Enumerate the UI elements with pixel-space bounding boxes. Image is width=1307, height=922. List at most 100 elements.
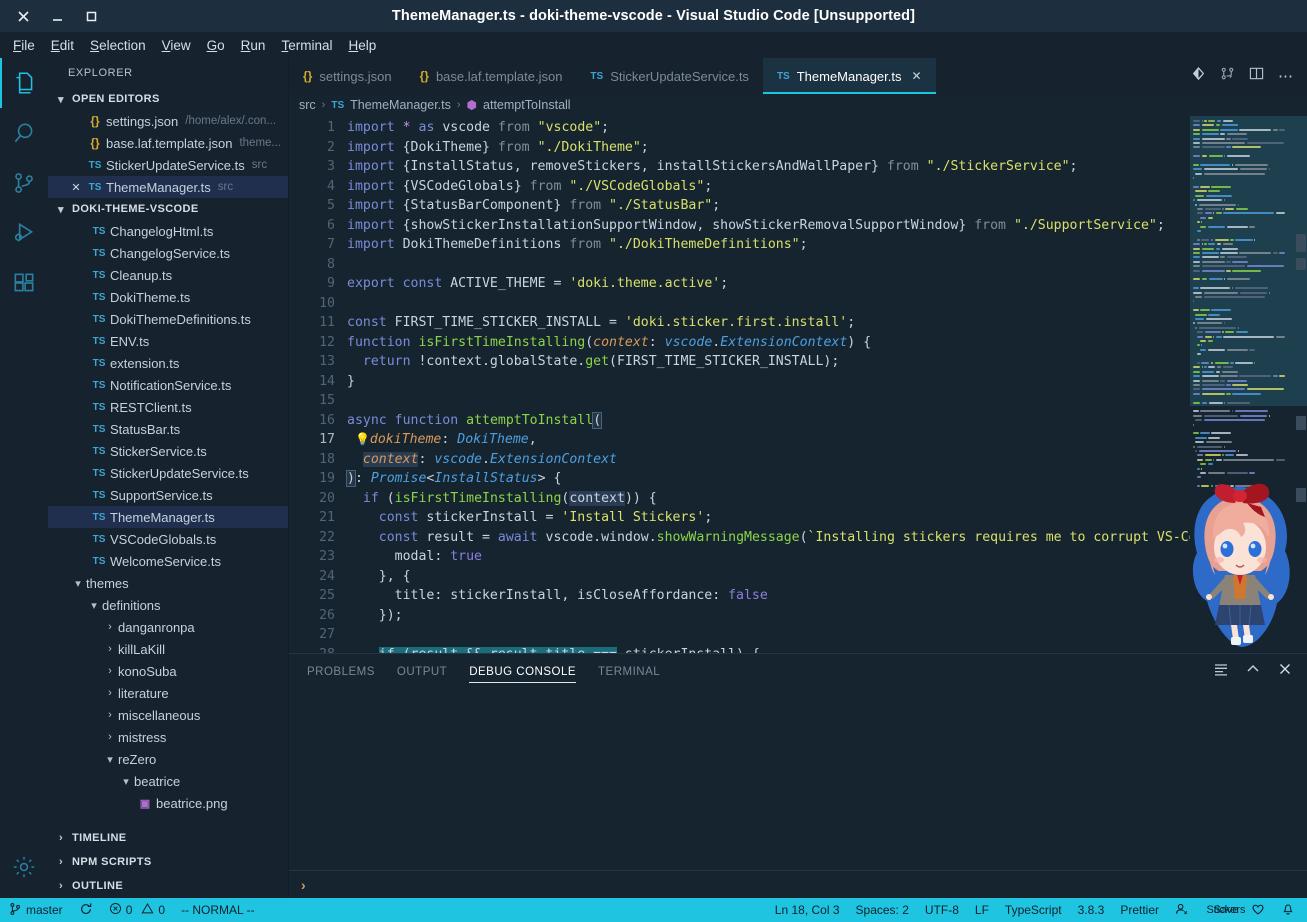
tree-row[interactable]: TS DokiThemeDefinitions.ts	[48, 308, 288, 330]
tree-row[interactable]: TS Cleanup.ts	[48, 264, 288, 286]
menu-go[interactable]: Go	[200, 36, 232, 55]
panel-tab-debug-console[interactable]: DEBUG CONSOLE	[469, 654, 576, 689]
close-editor-icon[interactable]: ✕	[68, 181, 84, 194]
tree-folder-literature[interactable]: › literature	[48, 682, 288, 704]
menu-terminal[interactable]: Terminal	[274, 36, 339, 55]
search-icon[interactable]	[0, 108, 48, 158]
clear-console-icon[interactable]	[1213, 661, 1229, 682]
tree-folder-beatrice[interactable]: ▾ beatrice	[48, 770, 288, 792]
chevron-up-icon[interactable]	[1245, 661, 1261, 682]
tree-row[interactable]: TS StickerService.ts	[48, 440, 288, 462]
open-editor-row-settings-json[interactable]: {} settings.json /home/alex/.con...	[48, 110, 288, 132]
file-tree[interactable]: TS ChangelogHtml.ts TS ChangelogService.ts…	[48, 220, 288, 826]
tab-base-laf-template-json[interactable]: {} base.laf.template.json	[405, 58, 577, 94]
status-language-mode[interactable]: TypeScript	[997, 898, 1070, 922]
menu-file-rest: ile	[21, 37, 35, 53]
tree-folder-danganronpa[interactable]: › danganronpa	[48, 616, 288, 638]
explorer-icon[interactable]	[0, 58, 48, 108]
debug-console-output[interactable]	[289, 689, 1307, 870]
tree-row[interactable]: TS WelcomeService.ts	[48, 550, 288, 572]
status-sync[interactable]	[71, 898, 101, 922]
status-doki-overlap[interactable]: Stickers Save	[1197, 898, 1273, 922]
tree-row[interactable]: TS StickerUpdateService.ts	[48, 462, 288, 484]
status-notifications[interactable]	[1273, 898, 1307, 922]
run-debug-icon[interactable]	[0, 208, 48, 258]
menu-view[interactable]: View	[155, 36, 198, 55]
debug-console-input-row[interactable]: ›	[289, 870, 1307, 898]
status-eol[interactable]: LF	[967, 898, 997, 922]
tree-row[interactable]: TS ChangelogService.ts	[48, 242, 288, 264]
tree-row[interactable]: TS VSCodeGlobals.ts	[48, 528, 288, 550]
tab-thememanager-ts[interactable]: TS ThemeManager.ts ✕	[762, 58, 936, 94]
tree-row[interactable]: TS DokiTheme.ts	[48, 286, 288, 308]
split-editor-icon[interactable]	[1249, 66, 1264, 86]
tree-row[interactable]: TS ENV.ts	[48, 330, 288, 352]
menu-edit[interactable]: Edit	[44, 36, 81, 55]
maximize-icon[interactable]	[74, 1, 108, 31]
code-text-area[interactable]: 1 import * as vscode from "vscode"; 2 impo…	[289, 116, 1190, 653]
minimap-line	[1220, 375, 1238, 378]
status-problems[interactable]: 0 0	[101, 898, 173, 922]
close-tab-icon[interactable]: ✕	[912, 69, 922, 83]
tree-folder-konosuba[interactable]: › konoSuba	[48, 660, 288, 682]
open-editor-row-stickerupdateservice-ts[interactable]: TS StickerUpdateService.ts src	[48, 154, 288, 176]
tree-row[interactable]: TS StatusBar.ts	[48, 418, 288, 440]
minimize-icon[interactable]	[40, 1, 74, 31]
close-panel-icon[interactable]	[1277, 661, 1293, 682]
tree-row[interactable]: TS RESTClient.ts	[48, 396, 288, 418]
tab-stickerupdateservice-ts[interactable]: TS StickerUpdateService.ts	[576, 58, 763, 94]
split-compare-icon[interactable]	[1220, 66, 1235, 86]
breadcrumb-file[interactable]: ThemeManager.ts	[350, 98, 451, 112]
tree-row[interactable]: TS NotificationService.ts	[48, 374, 288, 396]
status-vim-mode[interactable]: -- NORMAL --	[173, 898, 263, 922]
status-ts-version[interactable]: 3.8.3	[1070, 898, 1113, 922]
sidebar-section-outline[interactable]: › OUTLINE	[48, 874, 288, 898]
settings-gear-icon[interactable]	[0, 842, 48, 892]
source-control-icon[interactable]	[0, 158, 48, 208]
warning-count: 0	[158, 903, 166, 917]
panel-tab-output[interactable]: OUTPUT	[397, 654, 447, 689]
sidebar-section-timeline[interactable]: › TIMELINE	[48, 826, 288, 850]
menu-help[interactable]: Help	[341, 36, 383, 55]
extensions-icon[interactable]	[0, 258, 48, 308]
close-icon[interactable]	[6, 1, 40, 31]
status-encoding[interactable]: UTF-8	[917, 898, 967, 922]
project-section-header[interactable]: ▾ DOKI-THEME-VSCODE	[48, 198, 288, 220]
tree-row-thememanager-ts[interactable]: TS ThemeManager.ts	[48, 506, 288, 528]
code-editor[interactable]: 1 import * as vscode from "vscode"; 2 impo…	[289, 116, 1307, 653]
tree-row[interactable]: TS extension.ts	[48, 352, 288, 374]
source-control-diff-icon[interactable]	[1191, 66, 1206, 86]
tree-folder-themes[interactable]: ▾ themes	[48, 572, 288, 594]
status-live-share[interactable]	[1167, 898, 1197, 922]
panel-tab-terminal[interactable]: TERMINAL	[598, 654, 660, 689]
tree-folder-rezero[interactable]: ▾ reZero	[48, 748, 288, 770]
sidebar-section-npm-scripts[interactable]: › NPM SCRIPTS	[48, 850, 288, 874]
status-branch[interactable]: master	[0, 898, 71, 922]
menu-run[interactable]: Run	[234, 36, 273, 55]
minimap-line	[1195, 436, 1207, 439]
tree-folder-definitions[interactable]: ▾ definitions	[48, 594, 288, 616]
breadcrumb-symbol[interactable]: attemptToInstall	[483, 98, 571, 112]
open-editors-section-header[interactable]: ▾ OPEN EDITORS	[48, 88, 288, 110]
tree-folder-killlakill[interactable]: › killLaKill	[48, 638, 288, 660]
line-number: 16	[319, 412, 335, 428]
tree-row[interactable]: TS SupportService.ts	[48, 484, 288, 506]
status-cursor-position[interactable]: Ln 18, Col 3	[767, 898, 848, 922]
open-editor-row-thememanager-ts[interactable]: ✕ TS ThemeManager.ts src	[48, 176, 288, 198]
tree-file-beatrice-png[interactable]: ▣ beatrice.png	[48, 792, 288, 814]
menu-file[interactable]: File	[6, 36, 42, 55]
status-indentation[interactable]: Spaces: 2	[848, 898, 917, 922]
source-code[interactable]: 1 import * as vscode from "vscode"; 2 impo…	[289, 116, 1190, 653]
tree-row[interactable]: TS ChangelogHtml.ts	[48, 220, 288, 242]
tree-folder-mistress[interactable]: › mistress	[48, 726, 288, 748]
minimap[interactable]	[1190, 116, 1307, 653]
lightbulb-icon[interactable]: 💡	[355, 432, 370, 446]
more-actions-icon[interactable]: ⋯	[1278, 69, 1293, 84]
tab-settings-json[interactable]: {} settings.json	[289, 58, 406, 94]
tree-folder-miscellaneous[interactable]: › miscellaneous	[48, 704, 288, 726]
status-formatter[interactable]: Prettier	[1112, 898, 1167, 922]
menu-selection[interactable]: Selection	[83, 36, 153, 55]
breadcrumb-folder[interactable]: src	[299, 98, 316, 112]
panel-tab-problems[interactable]: PROBLEMS	[307, 654, 375, 689]
open-editor-row-base-laf-template-json[interactable]: {} base.laf.template.json theme...	[48, 132, 288, 154]
